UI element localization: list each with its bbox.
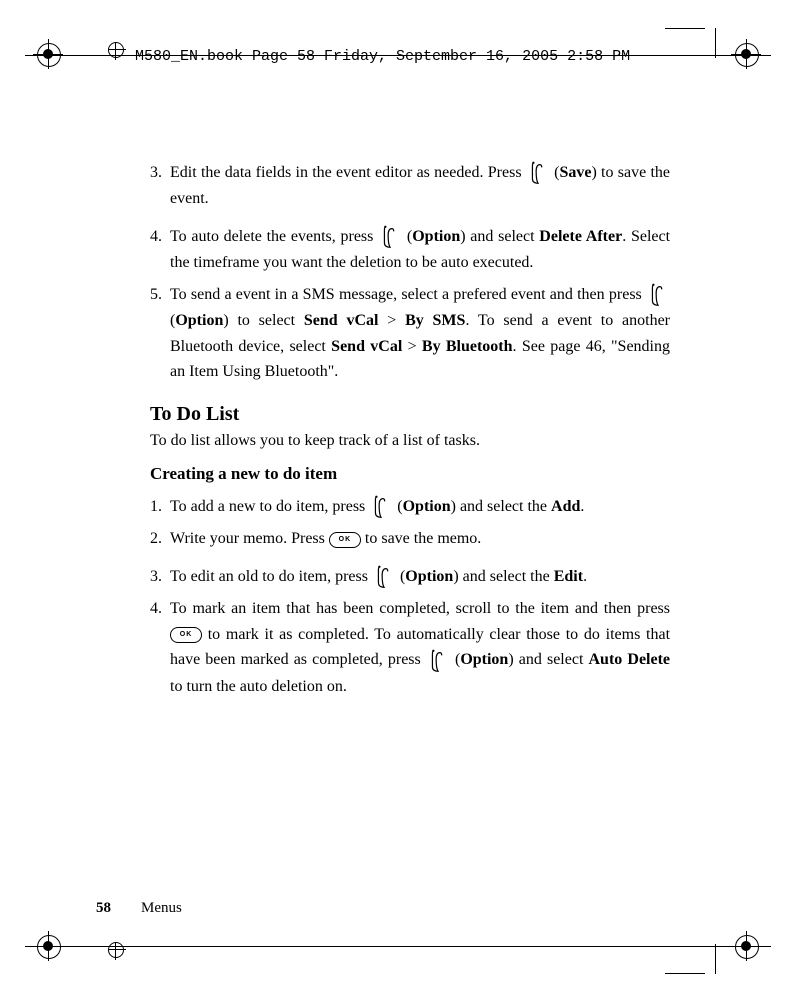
document-header: M580_EN.book Page 58 Friday, September 1… <box>135 48 630 65</box>
option-label: Option <box>175 312 223 329</box>
list-number: 4. <box>150 596 170 699</box>
auto-delete-label: Auto Delete <box>589 651 671 668</box>
step-3: 3. Edit the data fields in the event edi… <box>150 160 670 212</box>
left-softkey-icon <box>371 494 391 520</box>
page-body: 3. Edit the data fields in the event edi… <box>150 160 670 705</box>
step-text: Write your memo. Press <box>170 530 325 547</box>
step-text: To add a new to do item, press <box>170 498 365 515</box>
left-softkey-icon <box>428 648 448 674</box>
registration-mark-icon <box>734 42 760 68</box>
todo-step-1: 1. To add a new to do item, press (Optio… <box>150 494 670 520</box>
by-bluetooth-label: By Bluetooth <box>422 338 513 355</box>
page-footer: 58 Menus <box>96 900 182 917</box>
delete-after-label: Delete After <box>539 228 622 245</box>
footer-section: Menus <box>141 900 182 916</box>
option-label: Option <box>412 228 460 245</box>
step-text: ) to select <box>223 312 304 329</box>
list-number: 3. <box>150 564 170 590</box>
left-softkey-icon <box>648 282 668 308</box>
send-vcal-label: Send vCal <box>304 312 379 329</box>
left-softkey-icon <box>374 564 394 590</box>
step-text: To edit an old to do item, press <box>170 568 368 585</box>
fold-mark-icon <box>108 942 126 960</box>
save-label: Save <box>559 164 591 181</box>
add-label: Add <box>551 498 580 515</box>
registration-mark-icon <box>734 934 760 960</box>
registration-mark-icon <box>36 42 62 68</box>
to-do-list-heading: To Do List <box>150 403 670 426</box>
ok-key-icon: OK <box>170 627 202 643</box>
list-number: 4. <box>150 224 170 276</box>
step-text: ) and select <box>460 228 539 245</box>
step-text: Edit the data fields in the event editor… <box>170 164 522 181</box>
step-text: To auto delete the events, press <box>170 228 373 245</box>
list-number: 5. <box>150 282 170 385</box>
option-label: Option <box>403 498 451 515</box>
step-text: to turn the auto deletion on. <box>170 678 347 695</box>
to-do-list-description: To do list allows you to keep track of a… <box>150 432 670 450</box>
left-softkey-icon <box>380 224 400 250</box>
step-text: to save the memo. <box>365 530 481 547</box>
creating-to-do-heading: Creating a new to do item <box>150 464 670 484</box>
step-text: To send a event in a SMS message, select… <box>170 286 642 303</box>
step-text: ) and select the <box>453 568 553 585</box>
by-sms-label: By SMS <box>405 312 465 329</box>
step-text: ) and select <box>508 651 588 668</box>
list-number: 3. <box>150 160 170 212</box>
list-number: 2. <box>150 526 170 552</box>
registration-mark-icon <box>36 934 62 960</box>
todo-step-2: 2. Write your memo. Press OK to save the… <box>150 526 670 552</box>
todo-step-3: 3. To edit an old to do item, press (Opt… <box>150 564 670 590</box>
ok-key-icon: OK <box>329 532 361 548</box>
left-softkey-icon <box>528 160 548 186</box>
fold-mark-icon <box>108 42 126 60</box>
send-vcal-label: Send vCal <box>331 338 402 355</box>
step-text: To mark an item that has been completed,… <box>170 600 670 617</box>
option-label: Option <box>405 568 453 585</box>
list-number: 1. <box>150 494 170 520</box>
step-text: ) and select the <box>451 498 551 515</box>
option-label: Option <box>460 651 508 668</box>
step-5: 5. To send a event in a SMS message, sel… <box>150 282 670 385</box>
page-number: 58 <box>96 900 111 916</box>
todo-step-4: 4. To mark an item that has been complet… <box>150 596 670 699</box>
edit-label: Edit <box>554 568 583 585</box>
step-4: 4. To auto delete the events, press (Opt… <box>150 224 670 276</box>
